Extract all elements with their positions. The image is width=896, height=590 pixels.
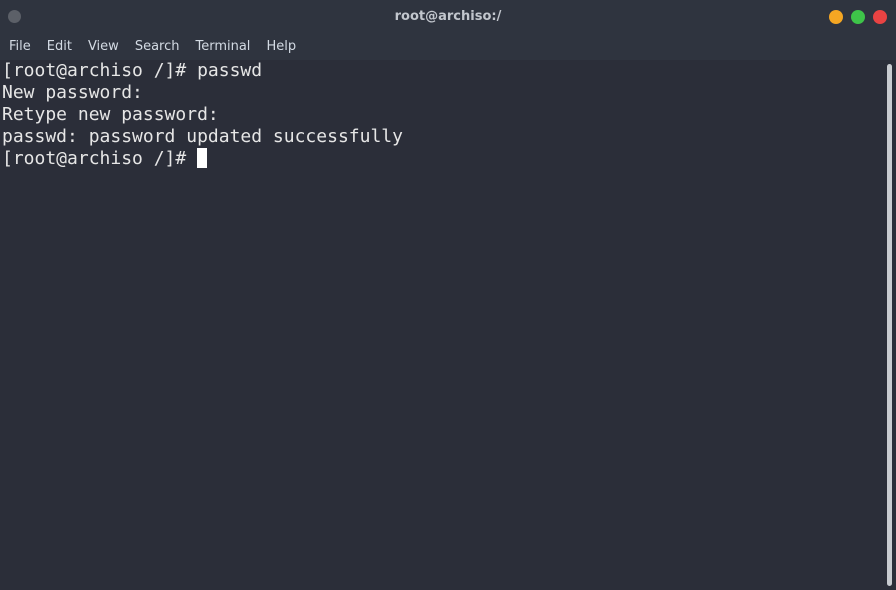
terminal-prompt-line[interactable]: [root@archiso /]# [0,148,884,170]
menu-search[interactable]: Search [127,33,188,60]
menu-edit[interactable]: Edit [39,33,80,60]
minimize-button[interactable] [829,10,843,24]
terminal-output[interactable]: [root@archiso /]# passwd New password: R… [0,60,884,590]
menu-help[interactable]: Help [258,33,304,60]
menu-bar: File Edit View Search Terminal Help [0,33,896,60]
terminal-line: Retype new password: [2,104,219,125]
maximize-button[interactable] [851,10,865,24]
menu-terminal[interactable]: Terminal [187,33,258,60]
terminal-line: [root@archiso /]# passwd [2,60,263,81]
close-button[interactable] [873,10,887,24]
terminal-line: New password: [2,82,143,103]
text-cursor [197,148,208,168]
title-bar[interactable]: root@archiso:/ [0,0,896,33]
terminal-line: passwd: password updated successfully [2,126,403,147]
terminal-prompt: [root@archiso /]# [2,148,198,169]
menu-view[interactable]: View [80,33,127,60]
window-title: root@archiso:/ [394,9,502,24]
vertical-scrollbar[interactable] [884,60,896,590]
terminal-window: root@archiso:/ File Edit View Search Ter… [0,0,896,590]
menu-file[interactable]: File [0,33,39,60]
scrollbar-thumb[interactable] [887,64,892,586]
